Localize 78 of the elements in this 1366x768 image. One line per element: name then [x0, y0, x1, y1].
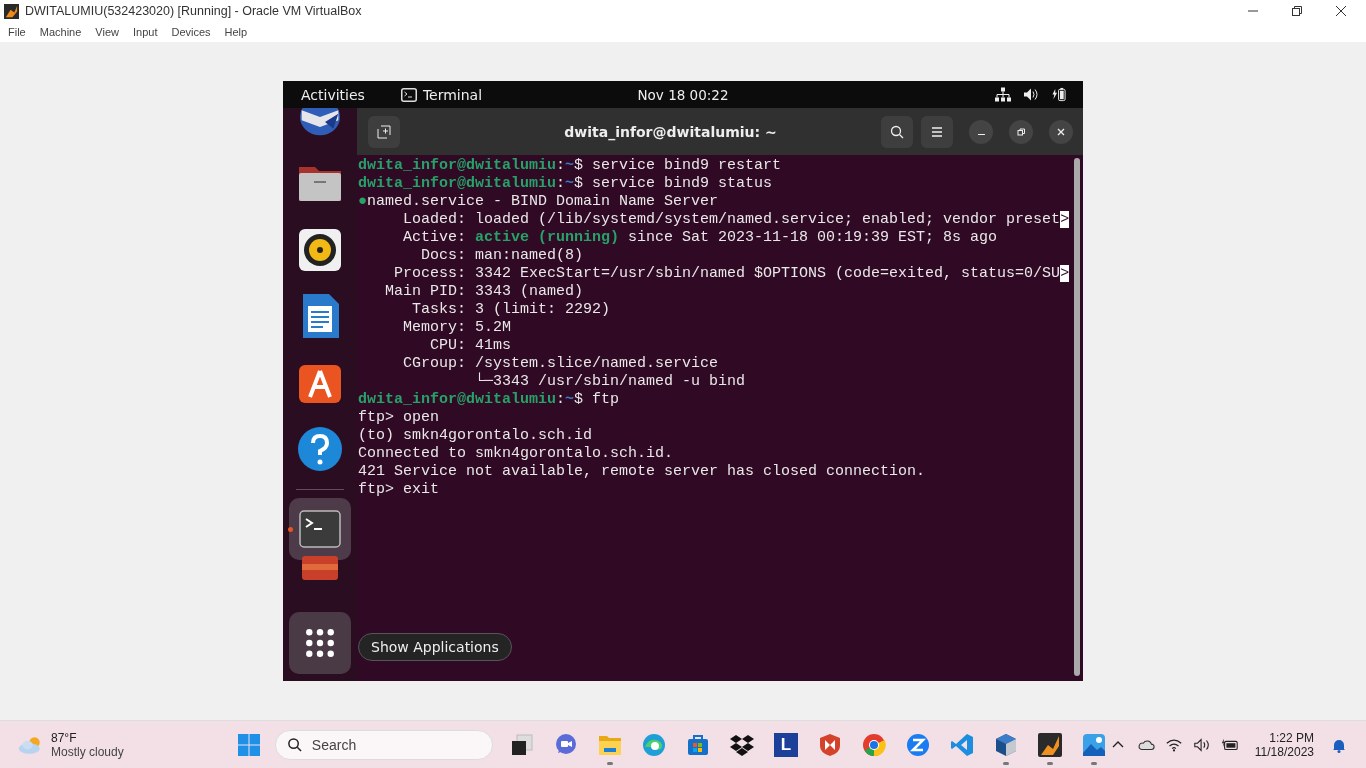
- terminal-line: ftp> exit: [358, 481, 439, 499]
- terminal-line: ftp> open: [358, 409, 439, 427]
- restore-icon: [1016, 126, 1026, 137]
- browser-wave-icon[interactable]: [641, 732, 666, 757]
- letter-tile-icon[interactable]: L: [773, 732, 798, 757]
- taskbar-time[interactable]: 1:22 PM: [1269, 730, 1314, 745]
- search-field[interactable]: Search: [274, 729, 493, 760]
- zigzag-circle-icon[interactable]: [905, 732, 930, 757]
- menu-item[interactable]: File: [8, 26, 26, 38]
- terminal-line: (to) smkn4gorontalo.sch.id: [358, 427, 593, 445]
- search-icon: [890, 124, 904, 139]
- menu-button[interactable]: [921, 115, 953, 148]
- terminal-line: CPU: 41ms: [429, 337, 512, 355]
- activities-button[interactable]: Activities: [283, 86, 383, 103]
- search-icon: [286, 737, 302, 752]
- virtualbox-logo-icon: [4, 3, 19, 19]
- open-box-icon[interactable]: [729, 732, 754, 757]
- flame-app-icon[interactable]: [1037, 732, 1062, 757]
- terminal-line: dwita_infor@dwitalumiu:~$ ftp: [358, 391, 620, 409]
- terminal-line: Main PID: 3343 (named): [384, 283, 584, 301]
- minimize-icon: [977, 133, 985, 136]
- menu-item[interactable]: Input: [132, 26, 158, 38]
- terminal-line: └─3343 /usr/sbin/named -u bind: [474, 373, 746, 391]
- show-applications-button[interactable]: [289, 612, 351, 674]
- taskbar-date[interactable]: 11/18/2023: [1254, 744, 1314, 759]
- terminal-icon: [400, 87, 417, 102]
- menu-item[interactable]: Machine: [39, 26, 82, 38]
- tooltip: Show Applications: [358, 633, 512, 661]
- windows-start-icon[interactable]: [236, 732, 261, 757]
- window-title: DWITALUMIU(532423020) [Running] - Oracle VM VirtualBox: [25, 4, 362, 18]
- video-chat-icon[interactable]: [553, 732, 578, 757]
- terminal-line: dwita_infor@dwitalumiu:~$ service bind9 status: [358, 175, 773, 193]
- shopping-bag-icon[interactable]: [685, 732, 710, 757]
- network-icon[interactable]: [995, 87, 1011, 102]
- code-editor-icon[interactable]: [949, 732, 974, 757]
- battery-icon[interactable]: [1220, 736, 1239, 753]
- temperature: 87°F: [51, 730, 78, 745]
- terminal-title: dwita_infor@dwitalumiu: ~: [563, 123, 778, 140]
- terminal-line: Process: 3342 ExecStart=/usr/sbin/named $OPTIONS (code=exited, status=0/SU>: [393, 265, 1070, 283]
- menu-icon: [930, 124, 944, 139]
- new-tab-button[interactable]: [368, 115, 400, 148]
- terminal-line: Tasks: 3 (limit: 2292): [411, 301, 611, 319]
- menu-item[interactable]: Help: [224, 26, 248, 38]
- maximize-icon[interactable]: [1292, 6, 1302, 16]
- volume-icon[interactable]: [1023, 87, 1039, 102]
- terminal-line: Loaded: loaded (/lib/systemd/system/named.service; enabled; vendor preset>: [402, 211, 1070, 229]
- running-indicator-icon: [288, 526, 293, 532]
- restore-button[interactable]: [1009, 119, 1033, 144]
- close-icon[interactable]: [1336, 6, 1346, 16]
- grid-icon: [305, 628, 335, 658]
- scrollbar[interactable]: [1074, 158, 1080, 676]
- terminal-line: Memory: 5.2M: [402, 319, 512, 337]
- help-icon[interactable]: [296, 425, 344, 473]
- terminal-line: Docs: man:named(8): [420, 247, 584, 265]
- terminal-line: 421 Service not available, remote server has closed connection.: [358, 463, 926, 481]
- close-icon: [1056, 126, 1066, 137]
- terminal-line: Connected to smkn4gorontalo.sch.id.: [358, 445, 674, 463]
- clock[interactable]: Nov 18 00:22: [637, 86, 729, 103]
- menu-item[interactable]: Devices: [171, 26, 211, 38]
- menu-item[interactable]: View: [95, 26, 119, 38]
- terminal-line: Active: active (running) since Sat 2023-11-18 00:19:39 EST; 8s ago: [402, 229, 998, 247]
- wifi-icon[interactable]: [1164, 736, 1183, 753]
- app-menu-label[interactable]: Terminal: [422, 86, 483, 103]
- terminal-line: ●named.service - BIND Domain Name Server: [358, 193, 719, 211]
- cube-icon[interactable]: [993, 732, 1018, 757]
- active-dock-item[interactable]: [289, 497, 351, 560]
- weather-description: Mostly cloudy: [51, 744, 124, 759]
- round-browser-icon[interactable]: [861, 732, 886, 757]
- battery-icon[interactable]: [1051, 87, 1067, 102]
- photos-icon[interactable]: [1081, 732, 1106, 757]
- close-button[interactable]: [1049, 119, 1073, 144]
- task-view-icon[interactable]: [509, 732, 534, 757]
- shield-icon[interactable]: [817, 732, 842, 757]
- new-tab-icon: [377, 124, 391, 139]
- terminal-line: dwita_infor@dwitalumiu:~$ service bind9 restart: [358, 157, 782, 175]
- search-button[interactable]: [881, 115, 913, 148]
- terminal-line: CGroup: /system.slice/named.service: [402, 355, 719, 372]
- volume-icon[interactable]: [1192, 736, 1211, 753]
